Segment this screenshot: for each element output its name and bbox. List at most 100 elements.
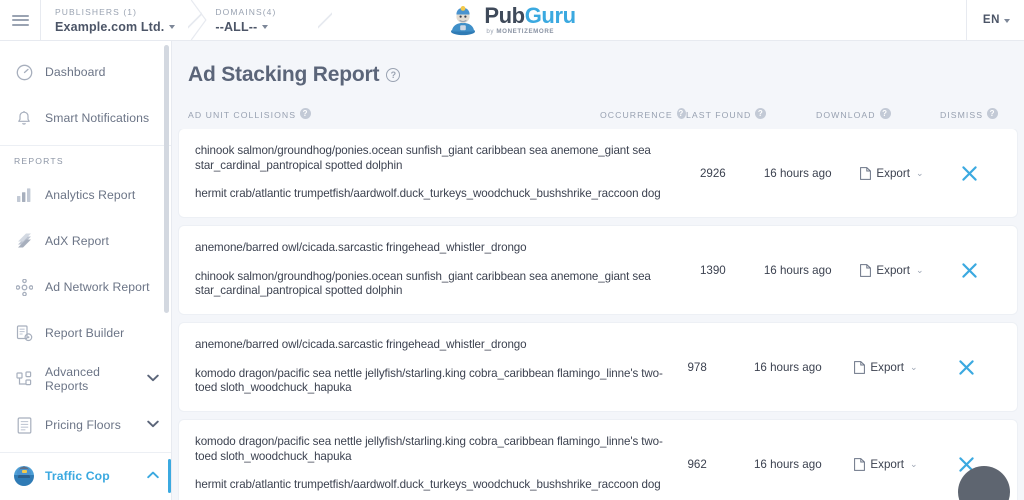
publisher-selector[interactable]: PUBLISHERS (1) Example.com Ltd. [40, 0, 207, 40]
column-header-dismiss-label: DISMISS [940, 109, 984, 120]
export-button-label: Export [876, 166, 910, 180]
sidebar: Dashboard Smart Notifications REPORTS An… [0, 41, 172, 500]
chevron-up-icon[interactable] [147, 470, 159, 482]
chevron-down-icon: ⌄ [915, 264, 924, 275]
help-circle-icon[interactable]: ? [386, 68, 401, 82]
export-button-label: Export [876, 263, 910, 277]
dismiss-close-icon[interactable] [961, 165, 978, 182]
chevron-down-icon [1004, 18, 1010, 23]
sidebar-item-adx-report[interactable]: AdX Report [0, 218, 171, 264]
sidebar-scroll-area: Dashboard Smart Notifications REPORTS An… [0, 41, 171, 500]
collision-unit-a: komodo dragon/pacific sea nettle jellyfi… [195, 434, 663, 463]
sidebar-section-reports: REPORTS [14, 156, 64, 166]
document-icon [854, 360, 866, 374]
sidebar-item-smart-notifications[interactable]: Smart Notifications [0, 95, 171, 141]
logo-group[interactable]: PubGuru by MONETIZEMORE [448, 3, 576, 36]
export-button[interactable]: Export ⌄ [854, 458, 917, 471]
domain-selector-value: --ALL-- [215, 20, 305, 34]
collision-unit-b: chinook salmon/groundhog/ponies.ocean su… [195, 269, 651, 298]
hamburger-menu-icon[interactable] [0, 0, 40, 40]
sidebar-item-ad-network-report[interactable]: Ad Network Report [0, 264, 171, 310]
column-header-download: DOWNLOAD ? [816, 108, 940, 120]
help-circle-icon[interactable]: ? [879, 108, 891, 119]
sidebar-item-analytics-report[interactable]: Analytics Report [0, 172, 171, 218]
row-download-cell: Export ⌄ [860, 167, 952, 180]
report-builder-icon [14, 323, 34, 343]
layers-icon [14, 231, 34, 251]
active-indicator-bar [168, 459, 171, 493]
sidebar-item-dashboard[interactable]: Dashboard [0, 49, 171, 95]
row-occurrence-cell: 978 [687, 360, 707, 374]
sidebar-item-advanced-reports[interactable]: Advanced Reports [0, 356, 171, 402]
bar-chart-icon [14, 185, 34, 205]
document-icon [860, 263, 872, 277]
row-last-found-cell: 16 hours ago [753, 457, 822, 471]
row-dismiss-cell [953, 165, 1017, 182]
chevron-down-icon: ⌄ [909, 458, 918, 469]
table-row[interactable]: chinook salmon/groundhog/ponies.ocean su… [179, 129, 1017, 217]
publisher-name: Example.com Ltd. [55, 19, 165, 34]
row-occurrence-cell: 2926 [699, 166, 726, 180]
table-row[interactable]: anemone/barred owl/cicada.sarcastic frin… [179, 226, 1017, 314]
logo-pub: Pub [484, 3, 525, 29]
help-circle-icon[interactable]: ? [987, 108, 999, 119]
collision-unit-a: anemone/barred owl/cicada.sarcastic frin… [195, 337, 527, 351]
domain-selector[interactable]: DOMAINS(4) --ALL-- [201, 0, 331, 40]
domain-selector-label: DOMAINS(4) [215, 6, 277, 17]
logo-subtitle: by MONETIZEMORE [486, 29, 575, 35]
row-last-found-cell: 16 hours ago [763, 263, 832, 277]
logo-sub-brand: MONETIZEMORE [496, 28, 555, 36]
sidebar-item-traffic-cop[interactable]: Traffic Cop [0, 453, 171, 499]
app-root: PUBLISHERS (1) Example.com Ltd. DOMAINS(… [0, 0, 1024, 500]
row-collisions-cell: chinook salmon/groundhog/ponies.ocean su… [179, 131, 700, 215]
export-button-label: Export [870, 457, 904, 471]
help-circle-icon[interactable]: ? [676, 108, 686, 119]
logo-guru: Guru [524, 3, 576, 29]
row-dismiss-cell [950, 359, 1017, 376]
chevron-down-icon [169, 25, 176, 29]
collision-unit-b: hermit crab/atlantic trumpetfish/aardwol… [195, 187, 661, 201]
logo-wordmark: PubGuru by MONETIZEMORE [484, 3, 576, 35]
sidebar-item-label: Pricing Floors [45, 418, 121, 432]
help-circle-icon[interactable]: ? [755, 108, 767, 119]
table-row[interactable]: anemone/barred owl/cicada.sarcastic frin… [179, 323, 1017, 411]
row-occurrence-cell: 1390 [699, 263, 726, 277]
page-title-text: Ad Stacking Report [188, 63, 380, 86]
sidebar-item-label: Report Builder [45, 326, 125, 340]
dismiss-close-icon[interactable] [958, 359, 975, 376]
row-collisions-cell: anemone/barred owl/cicada.sarcastic frin… [179, 228, 700, 312]
export-button[interactable]: Export ⌄ [860, 167, 923, 180]
chevron-down-icon[interactable] [147, 419, 159, 431]
column-header-occurrence-label: OCCURRENCE [600, 109, 673, 120]
sidebar-item-pricing-floors[interactable]: Pricing Floors [0, 402, 171, 448]
sidebar-item-label: Traffic Cop [45, 469, 110, 483]
chevron-down-icon: ⌄ [909, 361, 918, 372]
dismiss-close-icon[interactable] [961, 262, 978, 279]
column-header-dismiss: DISMISS ? [940, 108, 1024, 120]
logo-sub-prefix: by [486, 28, 497, 36]
sidebar-item-report-builder[interactable]: Report Builder [0, 310, 171, 356]
row-collisions-cell: komodo dragon/pacific sea nettle jellyfi… [179, 422, 687, 500]
sidebar-item-label: Dashboard [45, 65, 106, 79]
language-selector[interactable]: EN [965, 0, 1024, 40]
sidebar-item-label: Advanced Reports [45, 365, 101, 393]
collision-unit-a: chinook salmon/groundhog/ponies.ocean su… [195, 143, 651, 172]
document-icon [860, 166, 872, 180]
help-circle-icon[interactable]: ? [300, 108, 312, 119]
chevron-down-icon [262, 25, 269, 29]
chevron-down-icon[interactable] [147, 373, 159, 385]
column-header-last-found-label: LAST FOUND [686, 109, 752, 120]
row-dismiss-cell [953, 262, 1017, 279]
column-header-collisions: AD UNIT COLLISIONS ? [172, 108, 600, 120]
sidebar-item-label: Analytics Report [45, 188, 136, 202]
export-button-label: Export [870, 360, 904, 374]
table-row[interactable]: komodo dragon/pacific sea nettle jellyfi… [179, 420, 1017, 500]
export-button[interactable]: Export ⌄ [860, 264, 923, 277]
sidebar-scrollbar[interactable] [164, 45, 169, 313]
collision-unit-b: hermit crab/atlantic trumpetfish/aardwol… [195, 478, 661, 492]
bell-icon [14, 108, 34, 128]
domain-name: --ALL-- [215, 19, 258, 34]
document-icon [854, 457, 866, 471]
export-button[interactable]: Export ⌄ [854, 361, 917, 374]
sitemap-icon [14, 369, 34, 389]
